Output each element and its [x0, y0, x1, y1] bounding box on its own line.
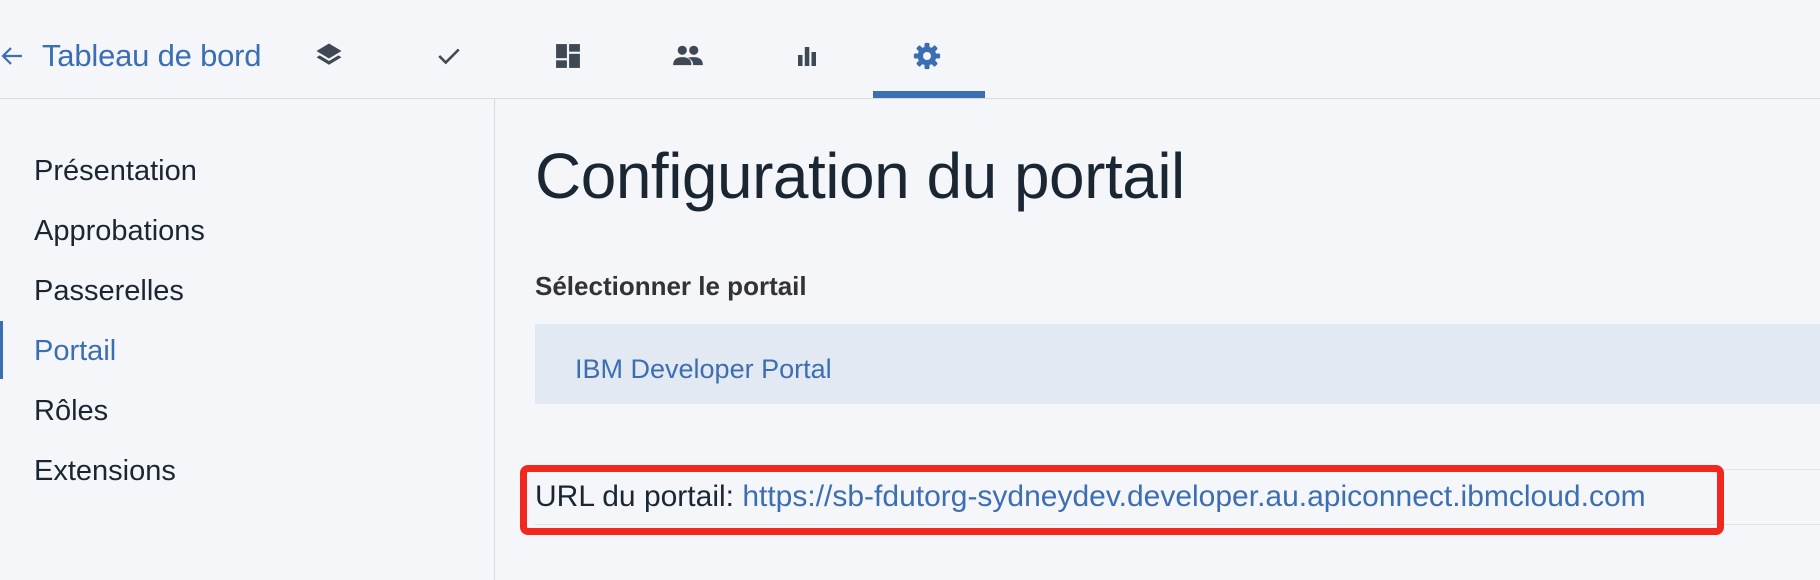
dashboard-icon — [556, 44, 580, 68]
checkmark-icon — [438, 48, 460, 65]
active-tab-indicator — [873, 91, 985, 98]
sidebar-item-gateways[interactable]: Passerelles — [34, 261, 184, 321]
bar-chart-icon — [798, 47, 816, 66]
gear-icon — [913, 42, 941, 70]
active-nav-indicator — [0, 321, 3, 379]
sidebar-item-portal[interactable]: Portail — [34, 321, 116, 381]
arrow-left-icon — [1, 47, 22, 65]
layers-icon — [316, 43, 342, 65]
tab-settings[interactable] — [905, 34, 949, 78]
tab-analytics[interactable] — [785, 34, 829, 78]
page-title: Configuration du portail — [535, 140, 1185, 212]
selected-portal-option[interactable]: IBM Developer Portal — [575, 354, 832, 385]
portal-select-label: Sélectionner le portail — [535, 271, 807, 301]
sidebar-item-extensions[interactable]: Extensions — [34, 441, 176, 501]
back-link-label: Tableau de bord — [42, 38, 262, 73]
back-to-dashboard-link[interactable]: Tableau de bord — [0, 32, 262, 80]
tab-members[interactable] — [666, 34, 710, 78]
tab-layers[interactable] — [307, 34, 351, 78]
tab-approvals[interactable] — [427, 34, 471, 78]
sidebar-item-presentation[interactable]: Présentation — [34, 141, 197, 201]
top-navigation-bar: Tableau de bord — [0, 0, 1820, 99]
sidebar: Présentation Approbations Passerelles Po… — [0, 99, 495, 580]
users-icon — [673, 45, 703, 66]
portal-select[interactable]: IBM Developer Portal — [535, 324, 1820, 404]
sidebar-item-roles[interactable]: Rôles — [34, 381, 108, 441]
tab-dashboard[interactable] — [546, 34, 590, 78]
url-highlight-box — [520, 465, 1724, 535]
sidebar-item-approvals[interactable]: Approbations — [34, 201, 205, 261]
